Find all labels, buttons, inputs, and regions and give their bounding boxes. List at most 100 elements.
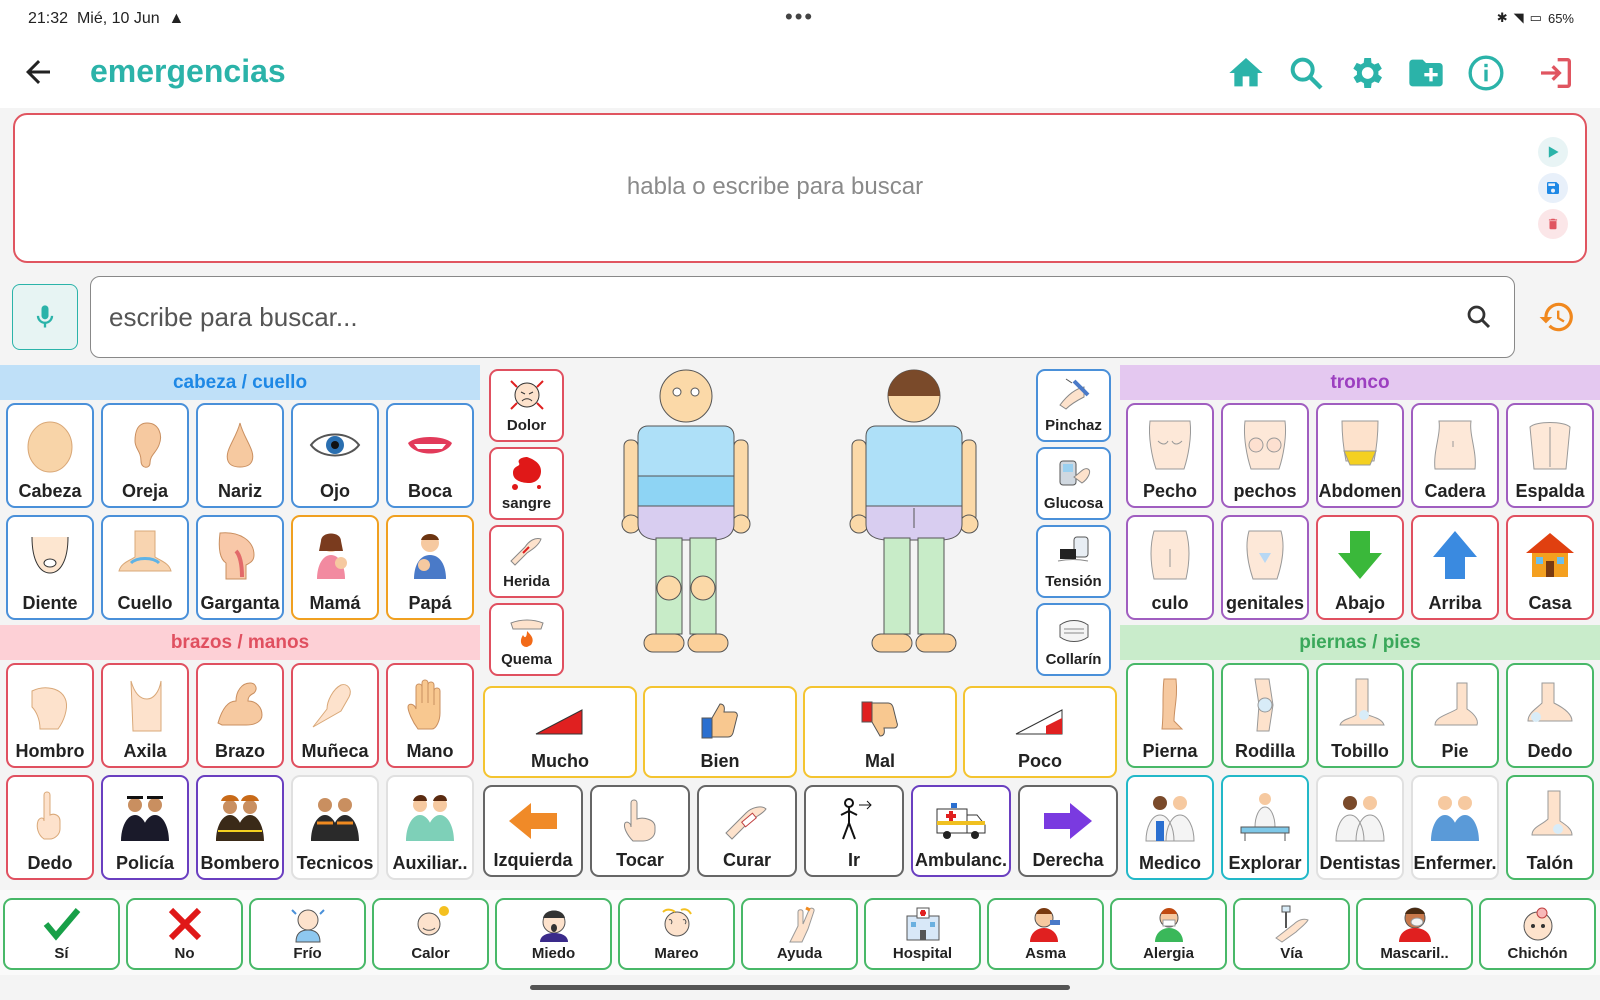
tile-mal[interactable]: Mal [803,686,957,778]
microphone-button[interactable] [12,284,78,350]
home-indicator[interactable] [530,985,1070,990]
tile-brazo[interactable]: Brazo [196,663,284,768]
tile-ir[interactable]: Ir [804,785,904,877]
search-input[interactable] [109,295,1409,339]
tile-nariz[interactable]: Nariz [196,403,284,508]
tile-abajo[interactable]: Abajo [1316,515,1404,620]
add-folder-icon[interactable] [1406,53,1446,93]
category-trunk[interactable]: tronco [1120,365,1600,400]
tile-tension[interactable]: Tensión [1036,525,1111,598]
tile-tobillo[interactable]: Tobillo [1316,663,1404,768]
tile-herida[interactable]: Herida [489,525,564,598]
tile-garganta[interactable]: Garganta [196,515,284,620]
tile-casa[interactable]: Casa [1506,515,1594,620]
save-button[interactable] [1538,173,1568,203]
tile-curar[interactable]: Curar [697,785,797,877]
tile-espalda[interactable]: Espalda [1506,403,1594,508]
tile-dedo-mano[interactable]: Dedo [6,775,94,880]
tile-mascarilla[interactable]: Mascaril.. [1356,898,1473,970]
tile-pechos[interactable]: pechos [1221,403,1309,508]
tile-chichon[interactable]: Chichón [1479,898,1596,970]
tile-arriba[interactable]: Arriba [1411,515,1499,620]
tile-explorar[interactable]: Explorar [1221,775,1309,880]
tile-talon[interactable]: Talón [1506,775,1594,880]
tile-bombero[interactable]: Bombero [196,775,284,880]
knee-icon [1254,678,1274,732]
tile-asma[interactable]: Asma [987,898,1104,970]
category-legs-feet[interactable]: piernas / pies [1120,625,1600,660]
tile-bien[interactable]: Bien [643,686,797,778]
tile-calor[interactable]: Calor [372,898,489,970]
tile-derecha[interactable]: Derecha [1018,785,1118,877]
search-icon[interactable] [1286,53,1326,93]
tile-pinchaz[interactable]: Pinchaz [1036,369,1111,442]
tile-policia[interactable]: Policía [101,775,189,880]
tile-alergia[interactable]: Alergia [1110,898,1227,970]
tile-dentistas[interactable]: Dentistas [1316,775,1404,880]
home-icon[interactable] [1226,53,1266,93]
history-icon[interactable] [1538,298,1576,336]
search-magnifier-icon[interactable] [1464,302,1494,332]
tile-via[interactable]: Vía [1233,898,1350,970]
tile-miedo[interactable]: Miedo [495,898,612,970]
tile-hospital[interactable]: Hospital [864,898,981,970]
tile-diente[interactable]: Diente [6,515,94,620]
tile-axila[interactable]: Axila [101,663,189,768]
tile-medico[interactable]: Medico [1126,775,1214,880]
left-arrow-icon [509,803,557,839]
body-back-figure[interactable] [848,368,988,660]
tile-oreja[interactable]: Oreja [101,403,189,508]
search-box[interactable] [90,276,1515,358]
info-icon[interactable] [1466,53,1506,93]
tile-boca[interactable]: Boca [386,403,474,508]
tile-sangre[interactable]: sangre [489,447,564,520]
tile-frio[interactable]: Frío [249,898,366,970]
tile-mareo[interactable]: Mareo [618,898,735,970]
tile-mano[interactable]: Mano [386,663,474,768]
tile-si[interactable]: Sí [3,898,120,970]
tile-cabeza[interactable]: Cabeza [6,403,94,508]
tile-ojo[interactable]: Ojo [291,403,379,508]
category-arms-hands[interactable]: brazos / manos [0,625,480,660]
tile-culo[interactable]: culo [1126,515,1214,620]
tile-tecnicos[interactable]: Tecnicos [291,775,379,880]
thumbs-down-icon [861,701,898,737]
tile-papa[interactable]: Papá [386,515,474,620]
tile-poco[interactable]: Poco [963,686,1117,778]
tile-mucho[interactable]: Mucho [483,686,637,778]
body-front-figure[interactable] [620,368,760,660]
play-button[interactable] [1538,137,1568,167]
tile-genitales[interactable]: genitales [1221,515,1309,620]
tile-glucosa[interactable]: Glucosa [1036,447,1111,520]
tile-collarin[interactable]: Collarín [1036,603,1111,676]
burn-icon [509,619,544,647]
phrase-box[interactable]: habla o escribe para buscar [13,113,1587,263]
tile-ambulancia[interactable]: Ambulanc. [911,785,1011,877]
tile-abdomen[interactable]: Abdomen [1316,403,1404,508]
tile-cuello[interactable]: Cuello [101,515,189,620]
tile-pecho[interactable]: Pecho [1126,403,1214,508]
back-arrow-icon[interactable] [20,54,56,90]
tile-pierna[interactable]: Pierna [1126,663,1214,768]
tile-auxiliar[interactable]: Auxiliar.. [386,775,474,880]
tile-pie[interactable]: Pie [1411,663,1499,768]
delete-button[interactable] [1538,209,1568,239]
category-head-neck[interactable]: cabeza / cuello [0,365,480,400]
abdomen-icon [1341,420,1379,466]
tile-izquierda[interactable]: Izquierda [483,785,583,877]
exit-icon[interactable] [1536,53,1576,93]
tile-no[interactable]: No [126,898,243,970]
tile-dolor[interactable]: Dolor [489,369,564,442]
tile-enfermeros[interactable]: Enfermer. [1411,775,1499,880]
tile-mama[interactable]: Mamá [291,515,379,620]
more-dots-icon[interactable]: ••• [785,4,814,30]
tile-rodilla[interactable]: Rodilla [1221,663,1309,768]
tile-ayuda[interactable]: Ayuda [741,898,858,970]
tile-tocar[interactable]: Tocar [590,785,690,877]
tile-hombro[interactable]: Hombro [6,663,94,768]
tile-dedo-pie[interactable]: Dedo [1506,663,1594,768]
tile-muneca[interactable]: Muñeca [291,663,379,768]
tile-cadera[interactable]: Cadera [1411,403,1499,508]
gear-icon[interactable] [1346,53,1386,93]
tile-quema[interactable]: Quema [489,603,564,676]
